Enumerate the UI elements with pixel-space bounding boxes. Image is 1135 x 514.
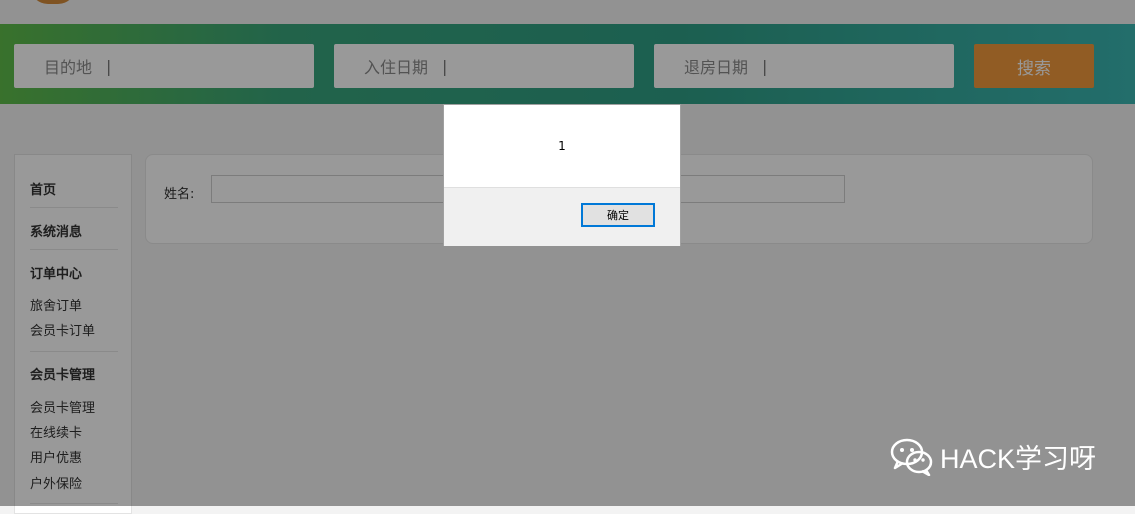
wechat-icon: [890, 438, 933, 476]
ok-button[interactable]: 确定: [581, 203, 655, 227]
modal-overlay: [0, 0, 1135, 506]
page: 目的地 | 入住日期 | 退房日期 | 搜索 首页 系统消息 订单中心 旅舍订单…: [0, 0, 1135, 514]
alert-message: 1: [558, 139, 566, 153]
watermark: HACK学习呀: [890, 436, 1096, 476]
alert-dialog: 1 确定: [443, 104, 681, 246]
alert-footer: 确定: [444, 187, 680, 246]
watermark-text: HACK学习呀: [940, 443, 1097, 474]
